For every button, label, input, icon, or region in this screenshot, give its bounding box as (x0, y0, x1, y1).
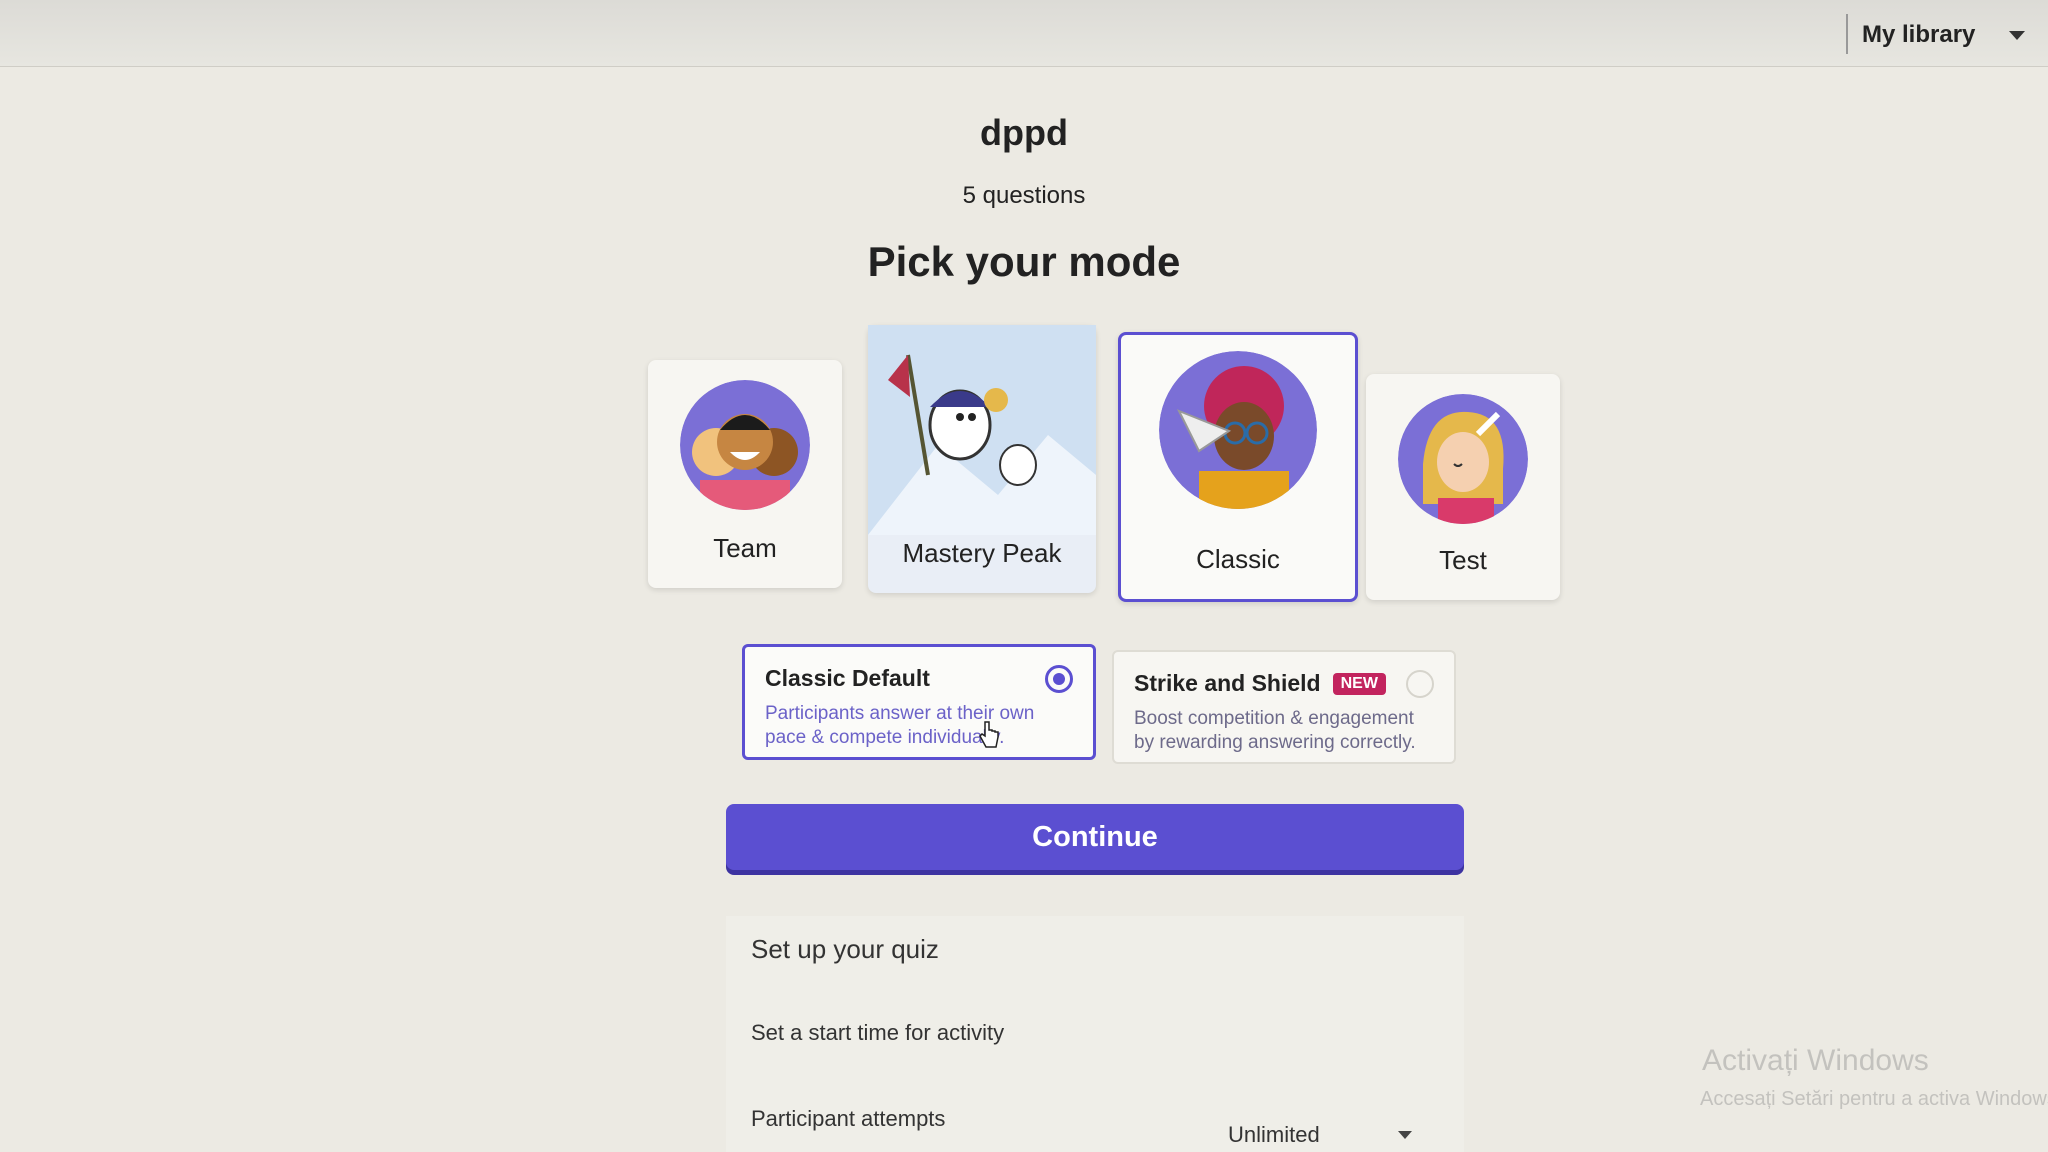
chevron-down-icon (2009, 30, 2026, 40)
option-title: Strike and Shield (1134, 670, 1321, 696)
topbar-divider (1846, 14, 1848, 54)
test-illustration-icon (1398, 394, 1528, 524)
top-bar: My library (0, 0, 2048, 67)
option-strike-and-shield[interactable]: Strike and Shield NEW Boost competition … (1112, 650, 1456, 764)
mastery-peak-illustration-icon (868, 325, 1096, 535)
radio-strike-and-shield[interactable] (1406, 670, 1434, 698)
option-title-row: Strike and Shield NEW (1134, 670, 1434, 697)
attempts-value: Unlimited (1228, 1122, 1320, 1147)
mode-card-test[interactable]: Test (1366, 374, 1560, 600)
windows-watermark-title: Activați Windows (1702, 1044, 1929, 1077)
setup-title: Set up your quiz (751, 934, 939, 964)
team-illustration-icon (680, 380, 810, 510)
windows-watermark-subtitle: Accesați Setări pentru a activa Windows. (1700, 1088, 2048, 1110)
option-title: Classic Default (765, 665, 930, 691)
radio-classic-default[interactable] (1045, 665, 1073, 693)
mode-label-team: Team (713, 533, 777, 563)
mode-label-test: Test (1439, 545, 1487, 575)
classic-illustration-icon (1159, 351, 1317, 509)
chevron-down-icon (1398, 1131, 1412, 1139)
start-time-setting[interactable]: Set a start time for activity (751, 1020, 1004, 1046)
option-description: Participants answer at their own pace & … (765, 703, 1035, 748)
my-library-label: My library (1862, 21, 1976, 48)
mode-label-mastery-peak: Mastery Peak (902, 538, 1062, 568)
attempts-label: Participant attempts (751, 1106, 946, 1131)
mode-label-classic: Classic (1196, 544, 1280, 574)
option-description: Boost competition & engagement by reward… (1134, 708, 1416, 753)
attempts-dropdown[interactable]: Unlimited (1228, 1120, 1412, 1150)
quiz-title: dppd (980, 112, 1068, 153)
continue-button[interactable]: Continue (726, 804, 1464, 870)
option-classic-default[interactable]: Classic Default Participants answer at t… (742, 644, 1096, 760)
mode-card-mastery-peak[interactable]: Mastery Peak (868, 325, 1096, 593)
question-count: 5 questions (962, 182, 1086, 209)
mode-card-classic[interactable]: Classic (1118, 332, 1358, 602)
page: My library dppd 5 questions Pick your mo… (0, 0, 2048, 1152)
hand-cursor-icon (979, 721, 999, 748)
new-badge: NEW (1332, 672, 1386, 695)
mode-card-team[interactable]: Team (648, 360, 842, 588)
my-library-menu[interactable]: My library (1862, 18, 2026, 52)
page-heading: Pick your mode (867, 238, 1181, 285)
